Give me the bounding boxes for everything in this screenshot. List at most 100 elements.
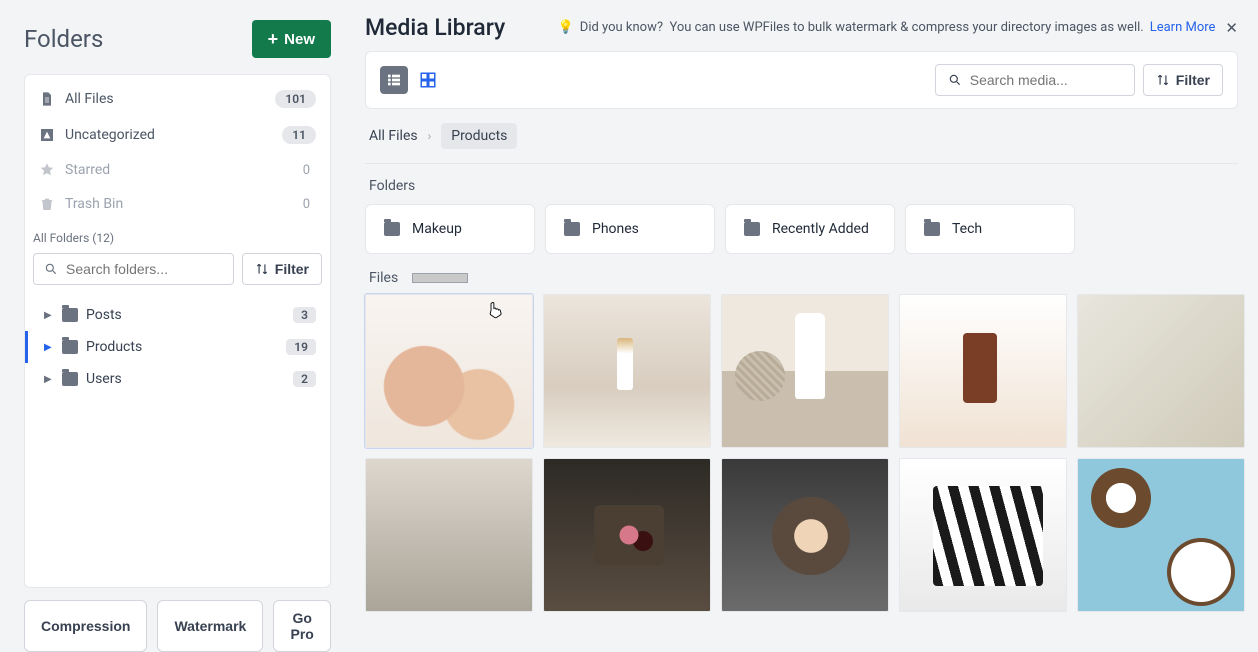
main: Media Library 💡 Did you know? You can us… (345, 0, 1258, 652)
search-media[interactable] (935, 64, 1135, 96)
page-title: Media Library (365, 14, 505, 41)
sort-icon (255, 262, 269, 276)
nav-count: 0 (303, 163, 316, 178)
search-icon (948, 72, 962, 88)
cursor-hand-icon (486, 301, 504, 319)
folder-card-phones[interactable]: Phones (545, 204, 715, 254)
file-thumbnail[interactable] (721, 458, 889, 612)
bottom-bar: Compression Watermark Go Pro (24, 588, 345, 652)
close-icon[interactable]: ✕ (1225, 19, 1238, 37)
files-grid (365, 294, 1238, 612)
tree-count: 19 (286, 339, 316, 355)
folder-icon (744, 222, 760, 236)
sort-icon (1156, 73, 1170, 87)
tree-label: Posts (86, 307, 122, 323)
breadcrumb-current: Products (441, 123, 517, 149)
folder-card-tech[interactable]: Tech (905, 204, 1075, 254)
star-icon (39, 162, 55, 178)
folder-icon (924, 222, 940, 236)
files-section-label: Files (369, 270, 398, 286)
all-folders-label: All Folders (12) (25, 221, 330, 253)
breadcrumb-root[interactable]: All Files (369, 128, 418, 144)
note-prefix: Did you know? (580, 20, 663, 35)
file-thumbnail[interactable] (365, 294, 533, 448)
folder-card-makeup[interactable]: Makeup (365, 204, 535, 254)
breadcrumb: All Files › Products (365, 123, 1238, 149)
toolbar: Filter (365, 51, 1238, 109)
tree-item-posts[interactable]: ▶ Posts 3 (25, 299, 330, 331)
bulb-icon: 💡 (558, 20, 574, 35)
folder-tree: ▶ Posts 3 ▶ Products 19 ▶ (25, 295, 330, 399)
note-text: You can use WPFiles to bulk watermark & … (669, 20, 1143, 35)
folder-icon (564, 222, 580, 236)
file-thumbnail[interactable] (365, 458, 533, 612)
nav-trash[interactable]: Trash Bin 0 (25, 187, 330, 221)
chevron-right-icon[interactable]: ▶ (44, 310, 54, 321)
nav-label: Uncategorized (65, 127, 155, 143)
tree-count: 3 (293, 307, 316, 323)
folder-card-label: Recently Added (772, 221, 869, 237)
search-icon (44, 261, 58, 277)
filter-folders-button[interactable]: Filter (242, 253, 322, 285)
gopro-button[interactable]: Go Pro (273, 600, 331, 652)
learn-more-link[interactable]: Learn More (1150, 20, 1216, 35)
file-thumbnail[interactable] (543, 294, 711, 448)
list-icon (386, 72, 402, 88)
folder-card-label: Tech (952, 221, 982, 237)
file-thumbnail[interactable] (543, 458, 711, 612)
search-media-input[interactable] (970, 72, 1122, 88)
chevron-right-icon: › (428, 129, 432, 143)
folder-icon (62, 308, 78, 322)
folder-icon (62, 340, 78, 354)
new-button-label: New (284, 31, 315, 48)
compression-button[interactable]: Compression (24, 600, 147, 652)
filter-media-button[interactable]: Filter (1143, 64, 1223, 96)
nav-count: 101 (275, 90, 316, 108)
nav-label: Starred (65, 162, 110, 178)
file-thumbnail[interactable] (721, 294, 889, 448)
tree-count: 2 (293, 371, 316, 387)
nav-all-files[interactable]: All Files 101 (25, 81, 330, 117)
search-folders-input[interactable] (66, 261, 223, 277)
sidebar-title: Folders (24, 25, 103, 53)
search-folders[interactable] (33, 253, 234, 285)
watermark-button[interactable]: Watermark (157, 600, 263, 652)
new-button[interactable]: + New (252, 20, 331, 58)
folder-card-label: Makeup (412, 221, 462, 237)
grid-view-button[interactable] (414, 66, 442, 94)
folder-card-label: Phones (592, 221, 639, 237)
grid-icon (419, 71, 437, 89)
trash-icon (39, 196, 55, 212)
filter-label: Filter (275, 261, 309, 277)
folders-section-label: Folders (369, 178, 1238, 194)
info-banner: 💡 Did you know? You can use WPFiles to b… (558, 19, 1238, 37)
nav-count: 0 (303, 197, 316, 212)
file-icon (39, 91, 55, 107)
selection-indicator (412, 273, 468, 283)
tree-label: Users (86, 371, 122, 387)
triangle-icon (39, 127, 55, 143)
folder-icon (384, 222, 400, 236)
file-thumbnail[interactable] (1077, 458, 1245, 612)
tree-item-products[interactable]: ▶ Products 19 (25, 331, 330, 363)
sidebar-panel: All Files 101 Uncategorized 11 Starred 0 (24, 74, 331, 588)
chevron-right-icon[interactable]: ▶ (44, 374, 54, 385)
folder-card-recently-added[interactable]: Recently Added (725, 204, 895, 254)
nav-count: 11 (282, 126, 316, 144)
file-thumbnail[interactable] (899, 458, 1067, 612)
nav-starred[interactable]: Starred 0 (25, 153, 330, 187)
nav-label: All Files (65, 91, 114, 107)
folder-icon (62, 372, 78, 386)
filter-label: Filter (1176, 72, 1210, 88)
divider (365, 163, 1238, 164)
nav-uncategorized[interactable]: Uncategorized 11 (25, 117, 330, 153)
tree-label: Products (86, 339, 142, 355)
sidebar: Folders + New All Files 101 Uncategorize… (0, 0, 345, 652)
list-view-button[interactable] (380, 66, 408, 94)
chevron-right-icon[interactable]: ▶ (44, 342, 54, 353)
plus-icon: + (268, 30, 279, 48)
tree-item-users[interactable]: ▶ Users 2 (25, 363, 330, 395)
file-thumbnail[interactable] (899, 294, 1067, 448)
nav-label: Trash Bin (65, 196, 123, 212)
file-thumbnail[interactable] (1077, 294, 1245, 448)
